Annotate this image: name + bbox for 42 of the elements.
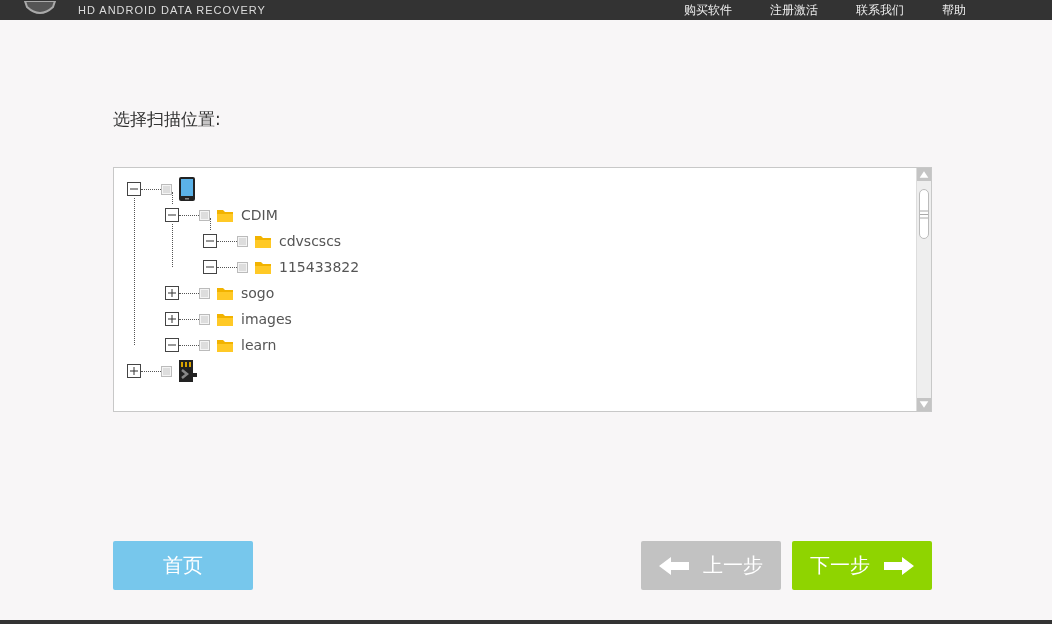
tree-item-label[interactable]: CDIM <box>241 207 278 223</box>
scroll-thumb[interactable] <box>919 189 929 239</box>
checkbox[interactable] <box>237 235 248 247</box>
checkbox[interactable] <box>237 261 248 273</box>
tree-item-label[interactable]: 115433822 <box>279 259 360 275</box>
nav-link[interactable]: 联系我们 <box>856 3 904 17</box>
checkbox[interactable] <box>199 287 210 299</box>
folder-icon <box>254 259 272 275</box>
folder-icon <box>216 337 234 353</box>
collapse-toggle[interactable] <box>203 234 217 248</box>
nav-link[interactable]: 购买软件 <box>684 3 732 17</box>
collapse-toggle[interactable] <box>203 260 217 274</box>
checkbox[interactable] <box>199 313 210 325</box>
scroll-up-icon[interactable] <box>917 168 931 181</box>
collapse-toggle[interactable] <box>127 182 141 196</box>
tree-item-label[interactable]: images <box>241 311 292 327</box>
left-arrow-icon <box>659 556 689 575</box>
nav-link[interactable]: 注册激活 <box>770 3 818 17</box>
right-arrow-icon <box>884 556 914 575</box>
folder-icon <box>254 233 272 249</box>
collapse-toggle[interactable] <box>165 338 179 352</box>
expand-toggle[interactable] <box>165 312 179 326</box>
app-title: HD ANDROID DATA RECOVERY <box>78 3 266 17</box>
checkbox[interactable] <box>161 365 172 377</box>
expand-toggle[interactable] <box>127 364 141 378</box>
folder-icon <box>216 311 234 327</box>
tree-item-label[interactable]: sogo <box>241 285 275 301</box>
scroll-down-icon[interactable] <box>917 398 931 411</box>
phone-icon <box>178 176 196 202</box>
expand-toggle[interactable] <box>165 286 179 300</box>
prompt-label: 选择扫描位置: <box>113 108 222 130</box>
tree-item-label[interactable]: learn <box>241 337 277 353</box>
checkbox[interactable] <box>161 183 172 195</box>
checkbox[interactable] <box>199 339 210 351</box>
folder-icon <box>216 207 234 223</box>
sd-card-icon <box>178 359 198 383</box>
tree-item-label[interactable]: cdvscscs <box>279 233 342 249</box>
scrollbar[interactable] <box>916 168 931 411</box>
folder-icon <box>216 285 234 301</box>
collapse-toggle[interactable] <box>165 208 179 222</box>
checkbox[interactable] <box>199 209 210 221</box>
nav-link[interactable]: 帮助 <box>942 3 966 17</box>
